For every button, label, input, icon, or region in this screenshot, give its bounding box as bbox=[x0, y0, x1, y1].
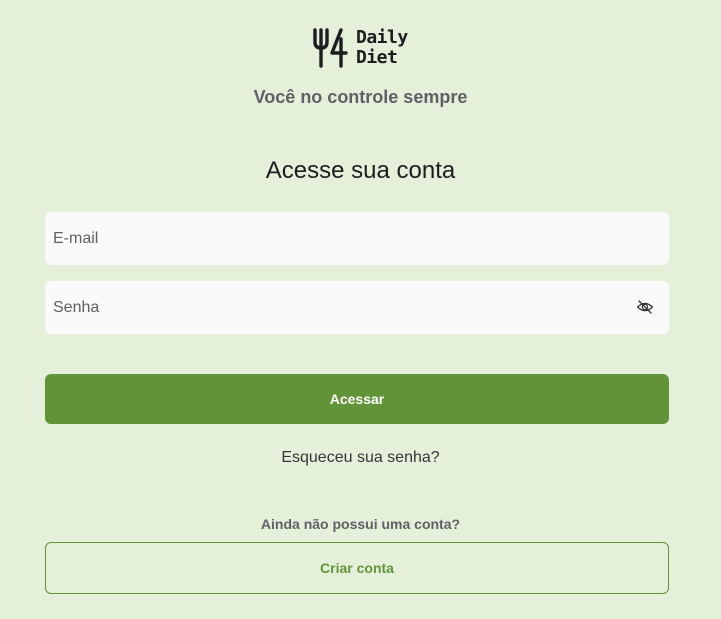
page-title: Acesse sua conta bbox=[265, 157, 456, 184]
brand-name-line2: Diet bbox=[356, 47, 398, 68]
brand-name-line1: Daily bbox=[356, 27, 408, 48]
login-button[interactable]: Acessar bbox=[45, 374, 669, 424]
logo: Daily Diet bbox=[312, 27, 408, 69]
signup-prompt: Ainda não possui uma conta? bbox=[260, 516, 461, 532]
forgot-password: Esqueceu sua senha? bbox=[0, 449, 721, 467]
email-field-container bbox=[45, 212, 669, 265]
create-account-button[interactable]: Criar conta bbox=[45, 542, 669, 594]
password-input[interactable] bbox=[45, 281, 669, 334]
brand-name: Daily Diet bbox=[356, 28, 408, 68]
eye-off-icon[interactable] bbox=[636, 298, 654, 316]
fork-four-logo-icon bbox=[313, 28, 348, 68]
tagline: Você no controle sempre bbox=[253, 87, 468, 107]
password-field-container bbox=[45, 281, 669, 334]
email-input[interactable] bbox=[45, 212, 669, 265]
forgot-password-link[interactable]: Esqueceu sua senha? bbox=[281, 449, 439, 466]
